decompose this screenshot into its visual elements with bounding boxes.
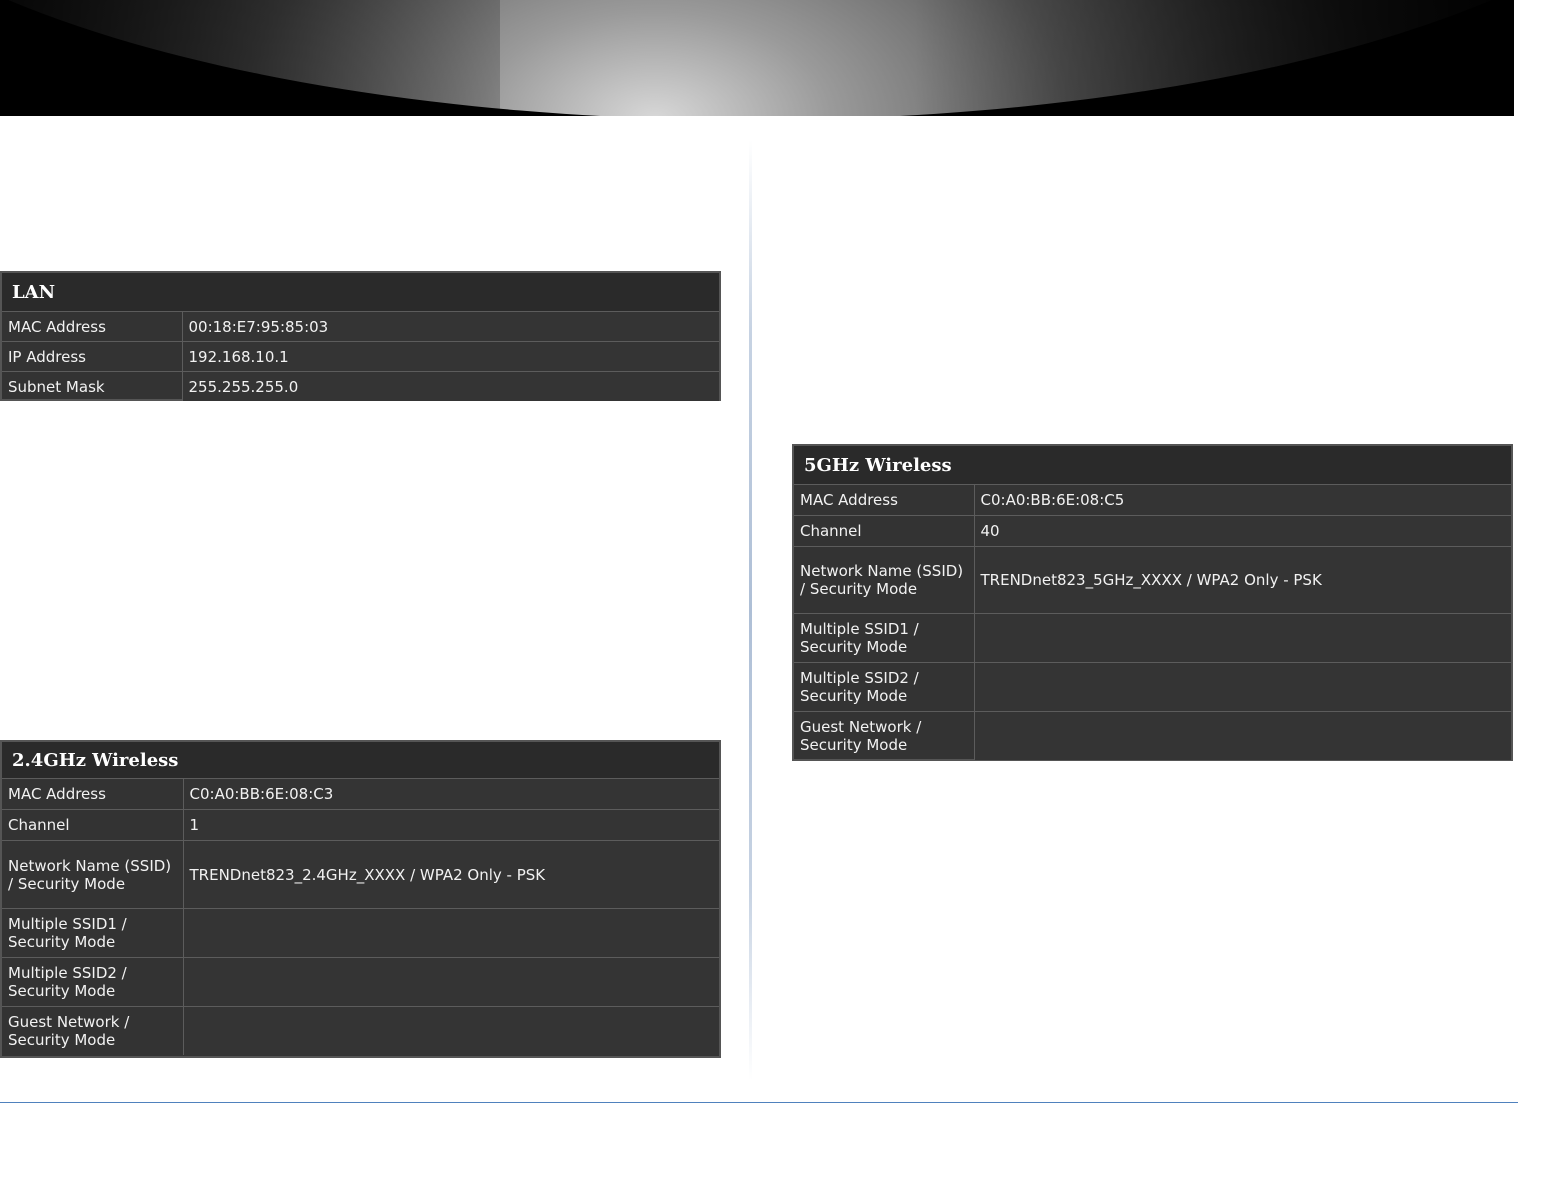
row-label: MAC Address	[2, 778, 184, 810]
wireless-5ghz-ssid2-value	[974, 662, 1511, 712]
row-label: Guest Network / Security Mode	[2, 1006, 184, 1055]
row-label: Multiple SSID1 / Security Mode	[794, 613, 975, 663]
table-row: Network Name (SSID) / Security Mode TREN…	[2, 840, 719, 909]
wireless-5ghz-channel-value: 40	[974, 515, 1511, 547]
footer-rule	[0, 1102, 1518, 1103]
table-row: Multiple SSID1 / Security Mode	[794, 613, 1511, 663]
wireless-5ghz-guest-value	[974, 711, 1511, 760]
table-row: MAC Address C0:A0:BB:6E:08:C3	[2, 778, 719, 810]
lan-subnet-mask-value: 255.255.255.0	[182, 371, 719, 401]
table-row: Subnet Mask 255.255.255.0	[2, 371, 719, 401]
table-row: Guest Network / Security Mode	[2, 1006, 719, 1055]
wireless-24ghz-ssid-value: TRENDnet823_2.4GHz_XXXX / WPA2 Only - PS…	[183, 840, 719, 909]
wireless-24ghz-ssid1-value	[183, 908, 719, 958]
lan-mac-address-value: 00:18:E7:95:85:03	[182, 311, 719, 342]
wireless-5ghz-table: 5GHz Wireless MAC Address C0:A0:BB:6E:08…	[794, 446, 1511, 760]
row-label: Subnet Mask	[2, 371, 183, 401]
wireless-5ghz-panel-title: 5GHz Wireless	[794, 446, 1511, 485]
lan-status-panel: LAN MAC Address 00:18:E7:95:85:03 IP Add…	[0, 271, 721, 401]
table-row: Multiple SSID1 / Security Mode	[2, 908, 719, 958]
row-label: Network Name (SSID) / Security Mode	[2, 840, 184, 909]
row-label: Guest Network / Security Mode	[794, 711, 975, 760]
wireless-5ghz-mac-value: C0:A0:BB:6E:08:C5	[974, 484, 1511, 516]
wireless-5ghz-ssid1-value	[974, 613, 1511, 663]
lan-ip-address-value: 192.168.10.1	[182, 341, 719, 372]
wireless-5ghz-status-panel: 5GHz Wireless MAC Address C0:A0:BB:6E:08…	[792, 444, 1513, 761]
header-banner	[0, 0, 1514, 116]
wireless-24ghz-table: 2.4GHz Wireless MAC Address C0:A0:BB:6E:…	[2, 742, 719, 1055]
wireless-24ghz-ssid2-value	[183, 957, 719, 1007]
table-row: Multiple SSID2 / Security Mode	[794, 662, 1511, 712]
row-label: Multiple SSID1 / Security Mode	[2, 908, 184, 958]
row-label: Channel	[2, 809, 184, 841]
wireless-24ghz-mac-value: C0:A0:BB:6E:08:C3	[183, 778, 719, 810]
table-row: MAC Address C0:A0:BB:6E:08:C5	[794, 484, 1511, 516]
table-row: MAC Address 00:18:E7:95:85:03	[2, 311, 719, 342]
row-label: IP Address	[2, 341, 183, 372]
lan-panel-title: LAN	[2, 273, 719, 312]
wireless-24ghz-channel-value: 1	[183, 809, 719, 841]
row-label: Multiple SSID2 / Security Mode	[794, 662, 975, 712]
table-row: Channel 1	[2, 809, 719, 841]
wireless-24ghz-status-panel: 2.4GHz Wireless MAC Address C0:A0:BB:6E:…	[0, 740, 721, 1058]
row-label: Multiple SSID2 / Security Mode	[2, 957, 184, 1007]
table-row: Channel 40	[794, 515, 1511, 547]
table-row: Guest Network / Security Mode	[794, 711, 1511, 760]
wireless-24ghz-panel-title: 2.4GHz Wireless	[2, 742, 719, 779]
table-row: IP Address 192.168.10.1	[2, 341, 719, 372]
lan-table: LAN MAC Address 00:18:E7:95:85:03 IP Add…	[2, 273, 719, 401]
row-label: Network Name (SSID) / Security Mode	[794, 546, 975, 614]
row-label: MAC Address	[2, 311, 183, 342]
table-row: Multiple SSID2 / Security Mode	[2, 957, 719, 1007]
column-divider	[749, 140, 752, 1080]
row-label: MAC Address	[794, 484, 975, 516]
row-label: Channel	[794, 515, 975, 547]
wireless-24ghz-guest-value	[183, 1006, 719, 1055]
table-row: Network Name (SSID) / Security Mode TREN…	[794, 546, 1511, 614]
wireless-5ghz-ssid-value: TRENDnet823_5GHz_XXXX / WPA2 Only - PSK	[974, 546, 1511, 614]
